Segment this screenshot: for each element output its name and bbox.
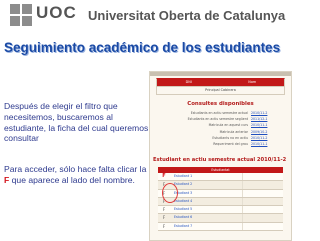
table-row: F Estudiant 6 <box>158 214 283 223</box>
top-table: DNI Nom Principal Cabinera <box>156 78 285 95</box>
consult-label: Estudiants no en actiu <box>212 135 248 140</box>
student-name[interactable]: Estudiant 5 <box>170 206 242 213</box>
consult-link[interactable]: 2010/11-2 <box>251 136 285 140</box>
consult-link[interactable]: 2010/11-1 <box>251 142 285 146</box>
top-table-row: Principal Cabinera <box>156 87 285 95</box>
student-name[interactable]: Estudiant 4 <box>170 198 242 205</box>
paragraph2-end: que aparece al lado del nombre. <box>9 174 135 185</box>
paragraph2-start: Para acceder, sólo hace falta clicar la <box>4 164 147 174</box>
consult-link[interactable]: 2010/11-1 <box>251 123 285 127</box>
top-table-header: DNI Nom <box>156 78 285 87</box>
top-table-value: Principal Cabinera <box>205 88 236 92</box>
campus-screenshot: DNI Nom Principal Cabinera Consultes dis… <box>149 71 292 241</box>
header-bar: UOC Universitat Oberta de Catalunya <box>0 0 320 32</box>
table-row: F Estudiant 7 <box>158 222 283 232</box>
consult-label: Estudiants en actiu semestre següent <box>187 117 248 122</box>
students-table: Estudiantat F Estudiant 1 F Estudiant 2 FE… <box>158 167 283 232</box>
consult-label: Requeriment del grau <box>213 142 248 147</box>
consult-label: Matricula en aquest curs <box>208 123 248 128</box>
table-row: F Estudiant 1 <box>158 173 283 182</box>
consult-label: Matricula anterior <box>219 129 248 134</box>
top-table-header-dni: DNI <box>185 80 192 84</box>
f-button[interactable]: F <box>158 223 170 230</box>
consult-label: Estudiants en actiu semestre actual <box>190 111 248 116</box>
student-name[interactable]: Estudiant 6 <box>170 214 242 221</box>
consult-link[interactable]: 2011/12-1 <box>251 117 285 121</box>
uoc-logo-icon <box>10 4 34 28</box>
table-row: F Estudiant 4 <box>158 197 283 207</box>
top-table-header-nom: Nom <box>248 80 257 84</box>
estudiant-title: Estudiant en actiu semestre actual 2010/… <box>153 157 287 163</box>
student-name[interactable]: Estudiant 2 <box>170 181 242 188</box>
f-button[interactable]: F <box>158 206 170 213</box>
slide-title: Seguimiento académico de los estudiantes <box>4 40 281 55</box>
instruction-paragraph-2: Para acceder, sólo hace falta clicar la … <box>4 164 149 186</box>
f-button[interactable]: F <box>158 214 170 221</box>
f-column-header: F <box>162 173 166 179</box>
consultes-list: Estudiants en actiu semestre actual 2010/… <box>156 110 285 147</box>
student-name[interactable]: Estudiant 3 <box>170 190 242 197</box>
student-name[interactable]: Estudiant 1 <box>170 173 242 180</box>
logo-text: UOC <box>36 3 77 22</box>
consult-link[interactable]: 2010/11-2 <box>251 111 285 115</box>
consultes-title: Consultes disponibles <box>187 101 254 107</box>
instruction-paragraph-1: Después de elegir el filtro que necesite… <box>4 101 149 144</box>
screenshot-top-bar <box>150 72 291 76</box>
consult-link[interactable]: 2009/10-2 <box>251 130 285 134</box>
highlight-circle <box>162 183 178 203</box>
consult-row: Requeriment del grau 2010/11-1 <box>156 141 285 147</box>
university-name: Universitat Oberta de Catalunya <box>88 8 286 23</box>
table-row: F Estudiant 5 <box>158 206 283 215</box>
student-name[interactable]: Estudiant 7 <box>170 223 242 230</box>
